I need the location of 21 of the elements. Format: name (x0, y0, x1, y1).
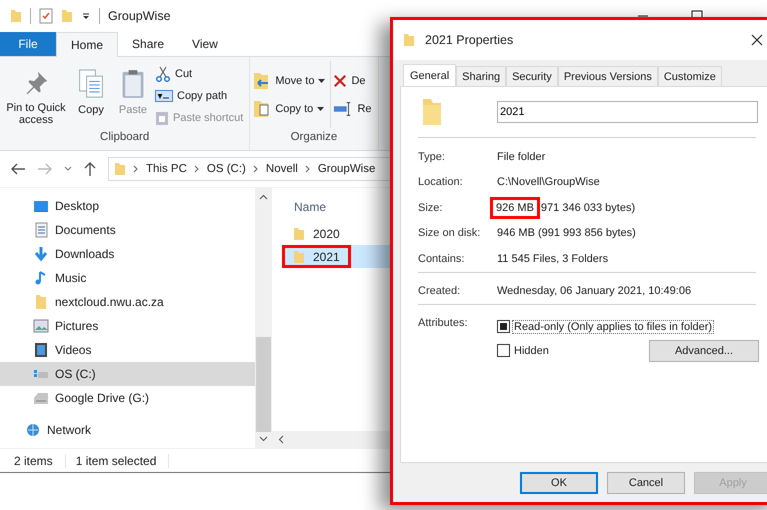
group-label: Organize (290, 130, 338, 145)
property-value: 11 545 Files, 3 Folders (497, 252, 608, 265)
property-label: Size: (418, 202, 444, 214)
property-label: Size on disk: (418, 227, 482, 240)
status-text: 2 items (14, 454, 66, 468)
property-value: File folder (497, 150, 546, 163)
status-text: 1 item selected (76, 454, 170, 468)
window-title: GroupWise (108, 9, 171, 23)
dialog-title: 2021 Properties (425, 33, 514, 47)
property-value: C:\Novell\GroupWise (497, 176, 600, 188)
property-value: 946 MB (991 993 856 bytes) (497, 227, 636, 240)
property-label: Attributes: (418, 317, 469, 331)
highlighted-value: 926 MB (490, 196, 540, 219)
property-label: Contains: (418, 252, 466, 265)
group-label: Clipboard (99, 130, 150, 145)
property-label: Type: (418, 150, 446, 163)
property-value: Wednesday, 06 January 2021, 10:49:06 (497, 285, 692, 298)
property-label: Created: (418, 285, 462, 298)
highlight-frame: 2021 (282, 245, 351, 268)
property-value: 971 346 033 bytes) (540, 202, 636, 214)
property-label: Location: (418, 176, 464, 188)
